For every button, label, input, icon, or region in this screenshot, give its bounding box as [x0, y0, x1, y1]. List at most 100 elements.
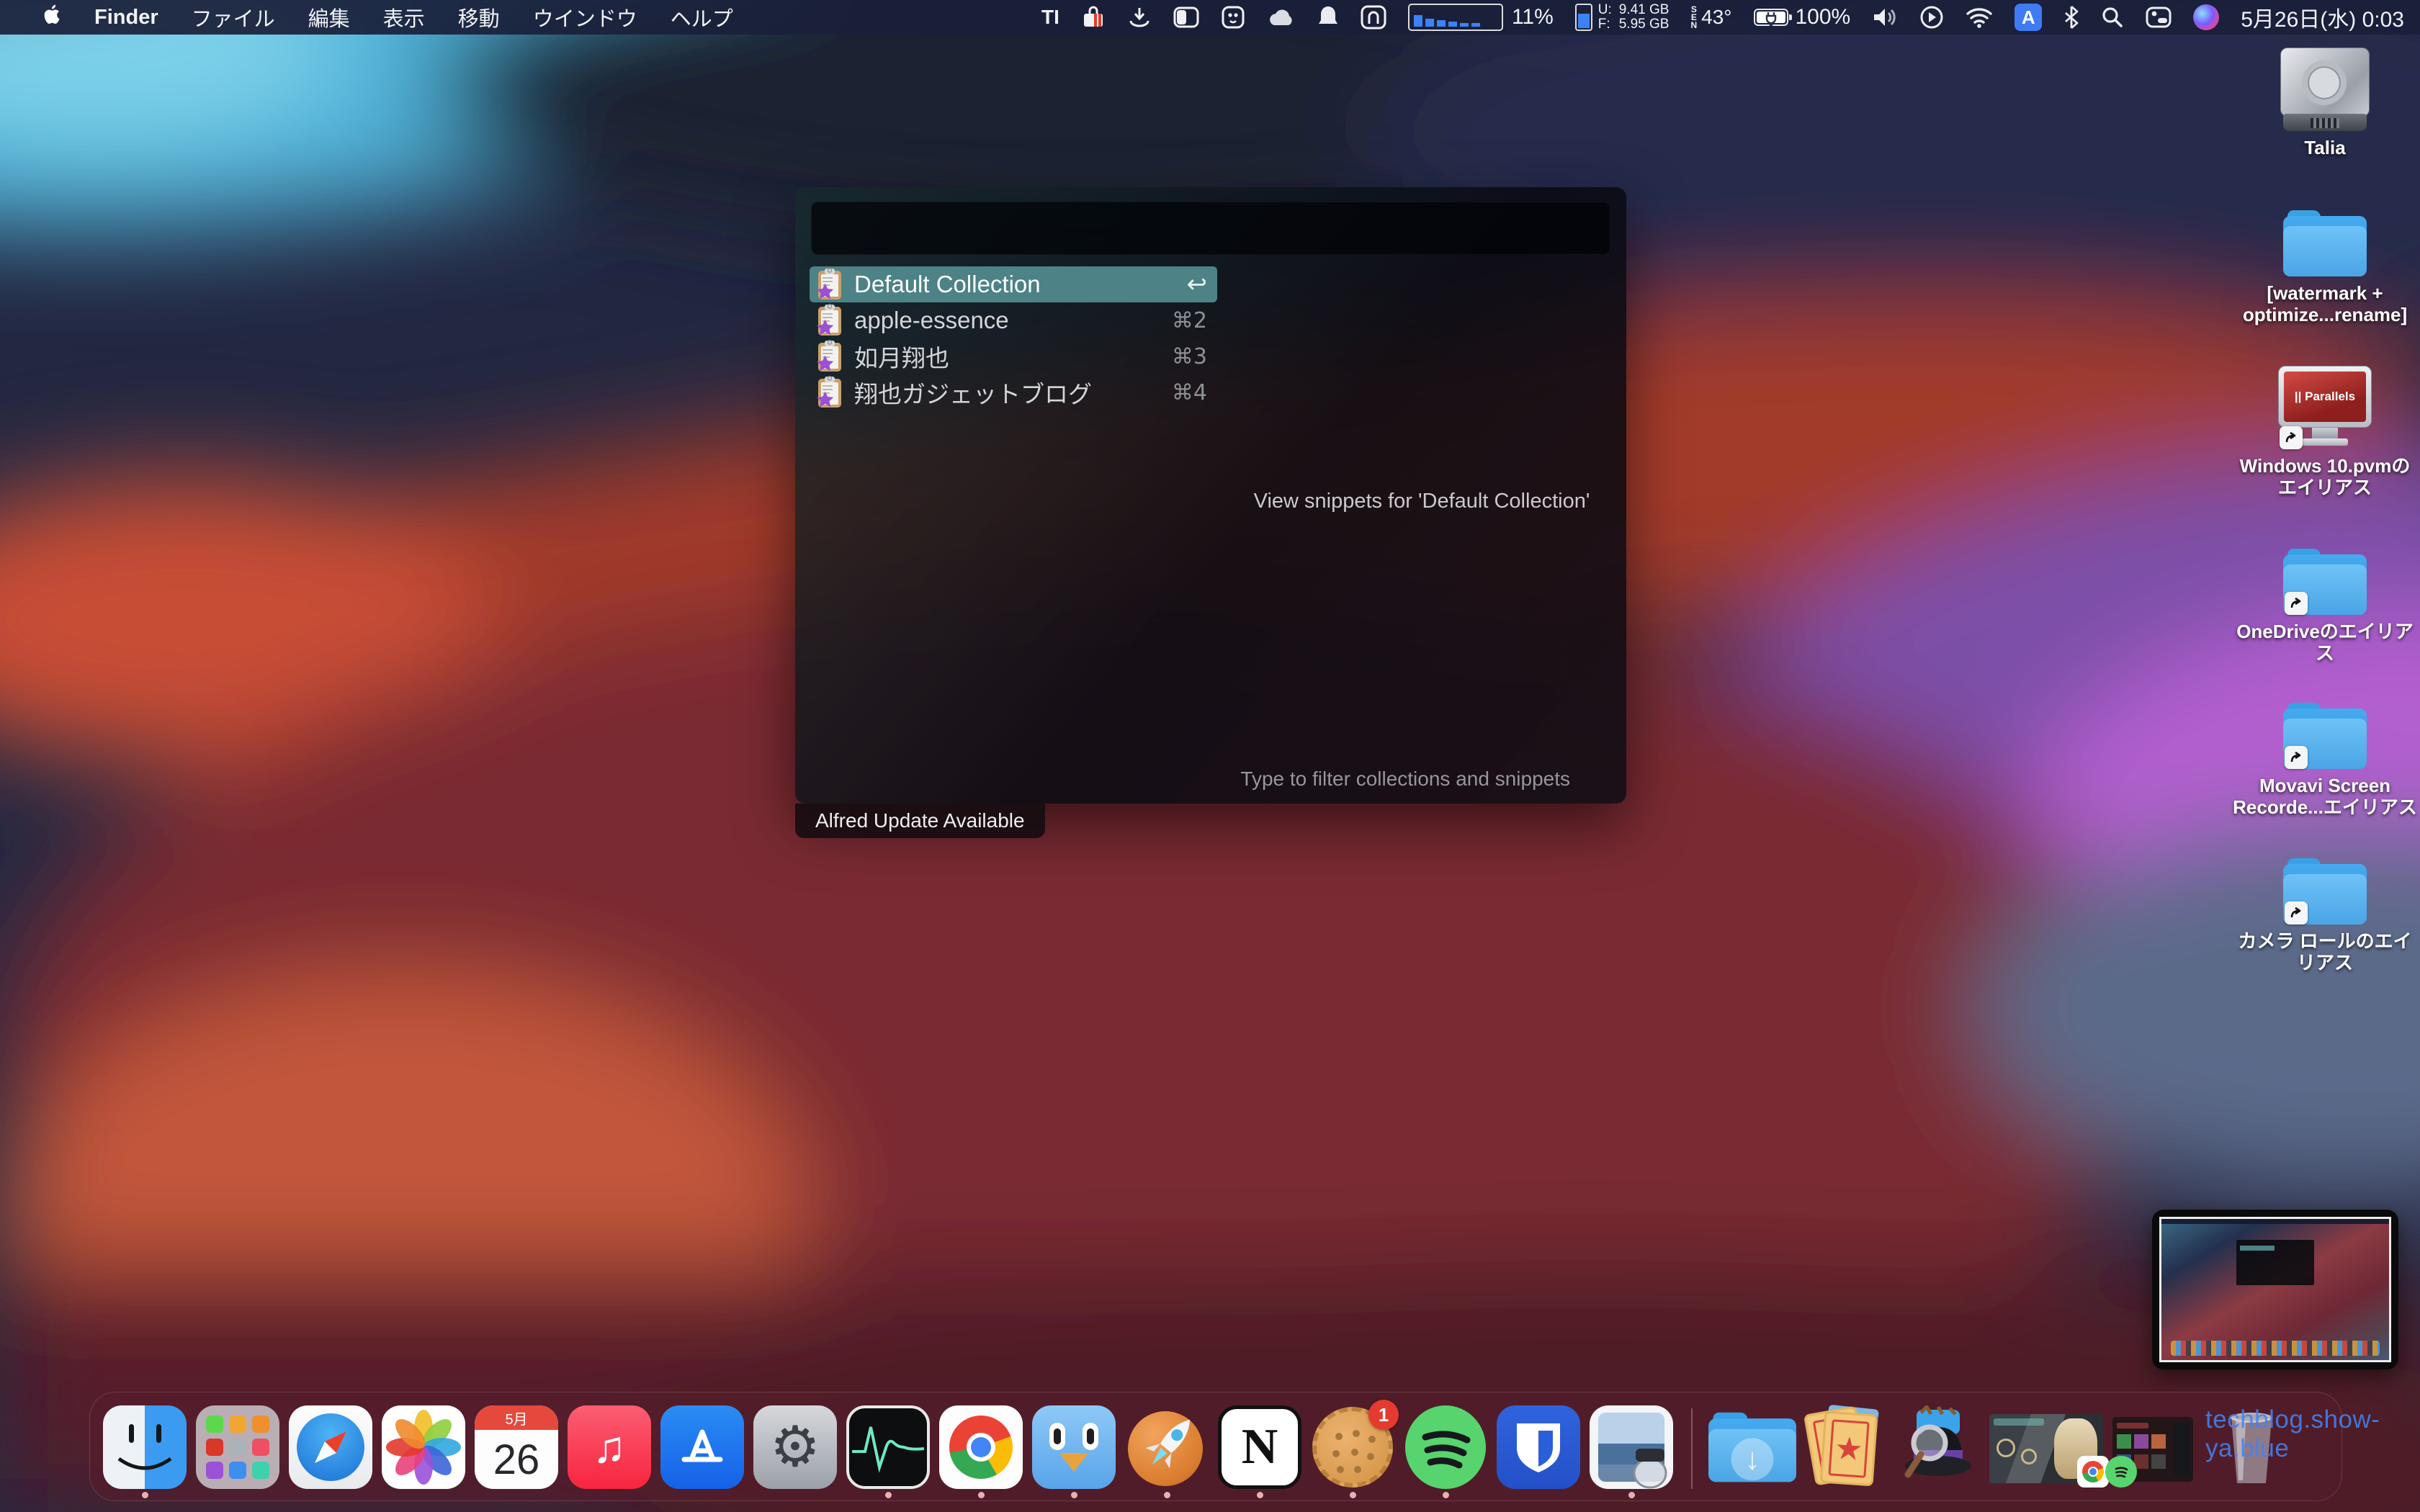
menu-clock[interactable]: 5月26日(水) 0:03 [2241, 0, 2404, 35]
preview-mini-alfred-popup [2236, 1240, 2313, 1285]
menu-help[interactable]: ヘルプ [654, 0, 750, 35]
screen-recording-preview-window[interactable] [2152, 1210, 2398, 1369]
desktop-icon-watermark-folder[interactable]: [watermark + optimize...rename] [2217, 210, 2420, 325]
collection-shortcut: ⌘3 [1172, 344, 1207, 369]
dock-tweetbot[interactable] [1032, 1405, 1116, 1489]
dock-notion[interactable]: N [1218, 1405, 1301, 1489]
volume-icon[interactable] [1872, 0, 1898, 35]
dock-launchpad[interactable] [196, 1405, 279, 1489]
alfred-hat-icon [1896, 1405, 1980, 1489]
input-source-icon[interactable]: A [2015, 4, 2042, 31]
running-indicator [1350, 1492, 1356, 1498]
menu-bar: Finder ファイル 編集 表示 移動 ウインドウ ヘルプ TI [0, 0, 2420, 35]
control-center-icon[interactable] [2146, 0, 2172, 35]
play-circle-icon[interactable] [1919, 0, 1944, 35]
collection-name: 如月翔也 [854, 339, 949, 374]
collection-shortcut: ⌘4 [1172, 380, 1207, 405]
chrome-badge-icon [2077, 1456, 2109, 1488]
dock-calendar[interactable]: 5月 26 [475, 1405, 558, 1489]
menu-go[interactable]: 移動 [442, 0, 516, 35]
launchpad-icon [196, 1405, 279, 1489]
folder-icon [2283, 858, 2367, 924]
trackpad-gesture-icon[interactable] [1361, 0, 1386, 35]
wifi-icon[interactable] [1966, 0, 1993, 35]
alfred-update-notice[interactable]: Alfred Update Available [795, 804, 1045, 838]
collection-name: 翔也ガジェットブログ [854, 375, 1092, 410]
memory-icon [1575, 4, 1592, 31]
battery-status[interactable]: 100% [1754, 5, 1851, 30]
memory-meter[interactable]: U: 9.41 GB F: 5.95 GB [1575, 3, 1670, 32]
menu-edit[interactable]: 編集 [292, 0, 367, 35]
sidebar-toggle-icon[interactable] [1173, 0, 1199, 35]
dock-minimized-spotify-window[interactable] [2112, 1417, 2193, 1482]
dock-cookie[interactable]: 1 [1311, 1405, 1394, 1489]
chrome-icon [939, 1405, 1023, 1489]
dock-minimized-game-window[interactable] [1989, 1414, 2103, 1483]
finder-icon [103, 1405, 187, 1489]
memory-used-value: 9.41 GB [1619, 3, 1670, 17]
ticket-icon: ★ [1820, 1411, 1878, 1487]
desktop-icon-camera-roll-alias[interactable]: カメラ ロールのエイリアス [2217, 858, 2420, 973]
sensor-temp[interactable]: SEN 43° [1690, 6, 1731, 30]
menu-app-name[interactable]: Finder [78, 0, 175, 35]
system-preferences-icon: ⚙ [753, 1405, 837, 1489]
download-install-icon[interactable] [1127, 0, 1152, 35]
menu-file[interactable]: ファイル [175, 0, 292, 35]
dock-bitwarden[interactable] [1497, 1405, 1580, 1489]
menu-window[interactable]: ウインドウ [516, 0, 654, 35]
siri-icon[interactable] [2193, 4, 2219, 30]
dock-activity-monitor[interactable] [846, 1405, 930, 1489]
dock-video-tickets-app[interactable]: ★ ★ [1803, 1405, 1887, 1489]
dock-preview[interactable] [1590, 1405, 1673, 1489]
sensor-label: SEN [1690, 6, 1697, 30]
alfred-row-apple-essence[interactable]: apple-essence ⌘2 [810, 302, 1217, 338]
desktop-icon-label: カメラ ロールのエイリアス [2231, 930, 2419, 973]
alfred-row-shoya-gadget-blog[interactable]: 翔也ガジェットブログ ⌘4 [810, 374, 1217, 410]
preview-mini-menubar [2161, 1219, 2389, 1224]
battery-percent: 100% [1796, 5, 1851, 30]
dock-photos[interactable] [382, 1405, 465, 1489]
apple-menu[interactable] [26, 0, 78, 35]
alfred-search-input[interactable] [811, 202, 1610, 255]
dock-system-preferences[interactable]: ⚙ [753, 1405, 837, 1489]
app-grid-icon[interactable] [1221, 0, 1245, 35]
desktop-icon-movavi-alias[interactable]: Movavi Screen Recorde...エイリアス [2217, 703, 2420, 818]
toolbox-icon[interactable] [1081, 0, 1106, 35]
cpu-meter[interactable]: 11% [1408, 0, 1554, 35]
desktop-icon-windows10-pvm-alias[interactable]: || Parallels Windows 10.pvmのエイリアス [2217, 366, 2420, 498]
memory-free-value: 5.95 GB [1619, 17, 1670, 32]
spotlight-icon[interactable] [2101, 0, 2124, 35]
calendar-icon: 5月 26 [475, 1405, 558, 1489]
cloud-icon[interactable] [1267, 0, 1296, 35]
dock-app-store[interactable] [660, 1405, 744, 1489]
desktop-icon-label: [watermark + optimize...rename] [2231, 282, 2419, 325]
running-indicator [885, 1492, 892, 1498]
desktop-icon-talia[interactable]: Talia [2217, 48, 2420, 158]
memory-used-label: U: [1598, 3, 1612, 17]
bluetooth-icon[interactable] [2063, 0, 2079, 35]
menu-view[interactable]: 表示 [367, 0, 442, 35]
desktop-icon-onedrive-alias[interactable]: OneDriveのエイリアス [2217, 549, 2420, 664]
battery-icon [1754, 9, 1788, 26]
dock-downloads-folder[interactable]: ↓ [1711, 1405, 1794, 1489]
dock-alfred[interactable] [1896, 1405, 1980, 1489]
alfred-row-kisaragi-shoya[interactable]: 如月翔也 ⌘3 [810, 338, 1217, 374]
menu-bar-status: TI 11% U: [1041, 0, 2420, 35]
dock-spotify[interactable] [1404, 1405, 1487, 1489]
text-input-icon[interactable]: TI [1041, 0, 1059, 35]
dock-marsedit[interactable] [1125, 1405, 1209, 1489]
alfred-row-default-collection[interactable]: Default Collection ↩ [810, 266, 1217, 302]
tweetbot-icon [1032, 1405, 1116, 1489]
calendar-month: 5月 [475, 1405, 558, 1430]
bell-icon[interactable] [1317, 0, 1339, 35]
dock-finder[interactable] [103, 1405, 187, 1489]
dock-music[interactable]: ♫ [568, 1405, 651, 1489]
dock-chrome[interactable] [939, 1405, 1023, 1489]
snippet-collection-icon [815, 340, 844, 373]
activity-monitor-icon [846, 1405, 930, 1489]
dock-safari[interactable] [289, 1405, 372, 1489]
parallels-monitor-icon: || Parallels [2278, 366, 2372, 449]
alias-arrow-icon [2280, 426, 2303, 449]
apple-logo-icon [42, 4, 61, 31]
desktop-icon-label: OneDriveのエイリアス [2231, 621, 2419, 664]
